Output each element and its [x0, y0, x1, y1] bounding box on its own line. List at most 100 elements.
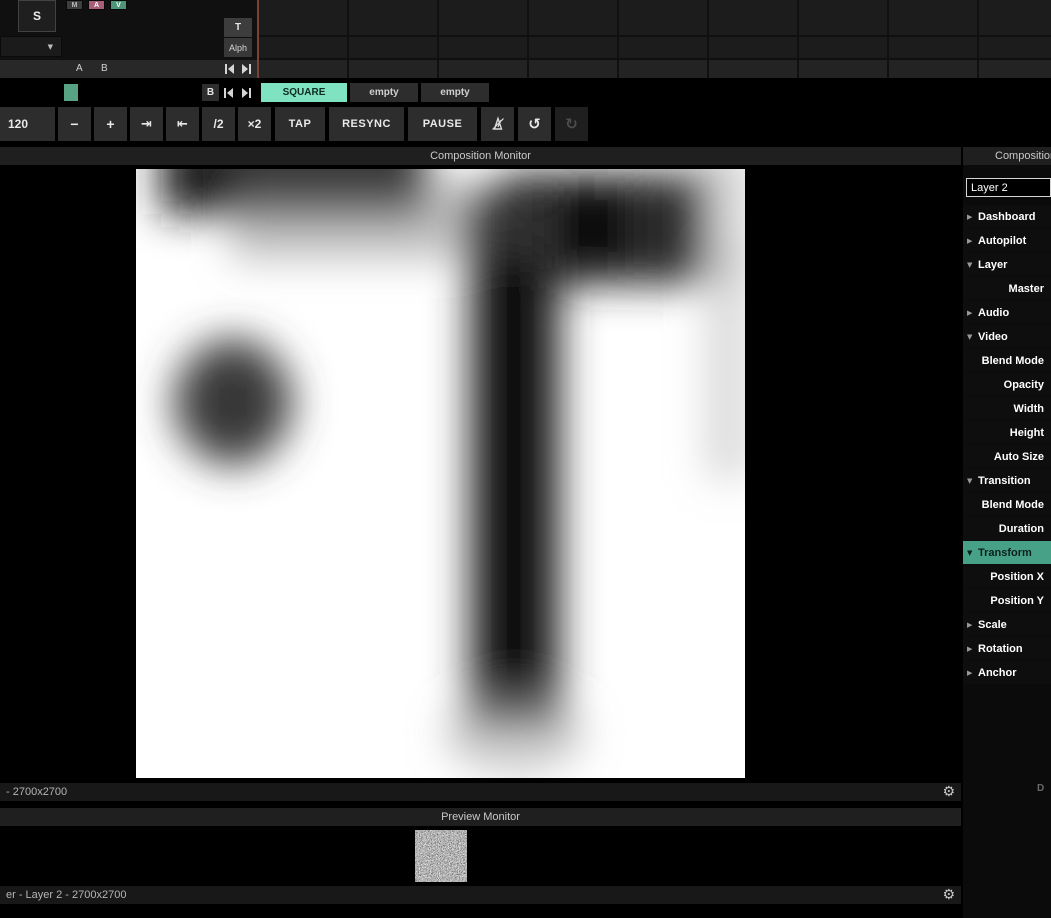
clip-cell[interactable]	[439, 37, 527, 58]
bpm-decrease-button[interactable]: −	[58, 107, 91, 141]
master-toggle[interactable]: M	[66, 0, 83, 10]
layer-color-swatch[interactable]	[64, 84, 78, 101]
redo-button[interactable]: ↻	[555, 107, 588, 141]
thumbnail-button[interactable]: T	[224, 18, 252, 37]
panel-row-dashboard[interactable]: ▶ Dashboard	[963, 205, 1051, 228]
panel-row-transform[interactable]: ▼ Transform	[963, 541, 1051, 564]
collapsed-tab-letter[interactable]: D	[1037, 783, 1044, 794]
clip-tab-empty-2[interactable]: empty	[421, 83, 489, 102]
composition-monitor-title: Composition Monitor	[430, 150, 531, 162]
clip-cell[interactable]	[799, 0, 887, 35]
panel-row-layer[interactable]: ▼ Layer	[963, 253, 1051, 276]
panel-row-rotation[interactable]: ▶ Rotation	[963, 637, 1051, 660]
chevron-right-icon: ▶	[967, 621, 978, 629]
clip-cell[interactable]	[889, 60, 977, 78]
clip-cell[interactable]	[259, 60, 347, 78]
group-b-button[interactable]: B	[202, 84, 219, 101]
metronome-button[interactable]	[481, 107, 514, 141]
clip-cell[interactable]	[529, 60, 617, 78]
composition-monitor-view	[0, 165, 961, 783]
gear-icon[interactable]: ⚙	[942, 888, 955, 902]
row-label: Anchor	[978, 667, 1017, 679]
chevron-down-icon: ▼	[967, 477, 978, 485]
gear-icon[interactable]: ⚙	[942, 785, 955, 799]
prev-clip-icon[interactable]	[221, 85, 237, 100]
clip-cell[interactable]	[259, 0, 347, 35]
row-label: Position Y	[990, 595, 1044, 607]
undo-button[interactable]: ↺	[518, 107, 551, 141]
bpm-increase-button[interactable]: +	[94, 107, 127, 141]
clip-cell[interactable]	[709, 37, 797, 58]
row-label: Rotation	[978, 643, 1023, 655]
clip-cell[interactable]	[979, 0, 1051, 35]
panel-row-width[interactable]: Width	[963, 397, 1051, 420]
bpm-display[interactable]: 120	[0, 107, 55, 141]
panel-row-duration[interactable]: Duration	[963, 517, 1051, 540]
preview-noise-thumbnail	[415, 830, 467, 882]
clip-cell[interactable]	[349, 0, 437, 35]
double-tempo-button[interactable]: ×2	[238, 107, 271, 141]
panel-row-transition-blend-mode[interactable]: Blend Mode	[963, 493, 1051, 516]
prev-beat-icon[interactable]	[223, 62, 237, 76]
beat-nudge-back-button[interactable]: ⇤	[166, 107, 199, 141]
clip-cell[interactable]	[439, 60, 527, 78]
row-label: Dashboard	[978, 211, 1035, 223]
panel-row-blend-mode[interactable]: Blend Mode	[963, 349, 1051, 372]
panel-row-scale[interactable]: ▶ Scale	[963, 613, 1051, 636]
clip-cell[interactable]	[799, 60, 887, 78]
panel-row-video[interactable]: ▼ Video	[963, 325, 1051, 348]
alpha-button[interactable]: Alph	[224, 38, 252, 57]
clip-tab-square[interactable]: SQUARE	[261, 83, 347, 102]
panel-row-master[interactable]: Master	[963, 277, 1051, 300]
panel-row-height[interactable]: Height	[963, 421, 1051, 444]
row-label: Autopilot	[978, 235, 1026, 247]
row-label: Scale	[978, 619, 1007, 631]
resync-button[interactable]: RESYNC	[329, 107, 404, 141]
layer-dropdown[interactable]: ▼	[0, 36, 62, 57]
clip-cell[interactable]	[529, 0, 617, 35]
clip-cell[interactable]	[979, 37, 1051, 58]
chevron-right-icon: ▶	[967, 309, 978, 317]
audio-toggle[interactable]: A	[88, 0, 105, 10]
beat-nudge-forward-button[interactable]: ⇥	[130, 107, 163, 141]
tap-tempo-button[interactable]: TAP	[275, 107, 325, 141]
half-tempo-button[interactable]: /2	[202, 107, 235, 141]
panel-row-position-x[interactable]: Position X	[963, 565, 1051, 588]
row-label: Blend Mode	[982, 355, 1044, 367]
clip-cell[interactable]	[709, 60, 797, 78]
clip-cell[interactable]	[619, 0, 707, 35]
clip-tab-empty-1[interactable]: empty	[350, 83, 418, 102]
solo-button[interactable]: S	[18, 0, 56, 32]
panel-row-auto-size[interactable]: Auto Size	[963, 445, 1051, 468]
panel-row-autopilot[interactable]: ▶ Autopilot	[963, 229, 1051, 252]
composition-panel: Composition Layer 2 ▶ Dashboard ▶ Autopi…	[963, 147, 1051, 918]
next-beat-icon[interactable]	[239, 62, 253, 76]
layer-divider	[257, 0, 259, 78]
clip-cell[interactable]	[889, 0, 977, 35]
clip-cell[interactable]	[259, 37, 347, 58]
clip-cell[interactable]	[619, 37, 707, 58]
clip-cell[interactable]	[349, 37, 437, 58]
pause-button[interactable]: PAUSE	[408, 107, 477, 141]
clip-cell[interactable]	[619, 60, 707, 78]
panel-row-opacity[interactable]: Opacity	[963, 373, 1051, 396]
crossfade-strip: A B	[0, 60, 257, 78]
clip-cell[interactable]	[709, 0, 797, 35]
panel-row-audio[interactable]: ▶ Audio	[963, 301, 1051, 324]
panel-row-anchor[interactable]: ▶ Anchor	[963, 661, 1051, 684]
clip-cell[interactable]	[979, 60, 1051, 78]
chevron-down-icon: ▼	[967, 549, 978, 557]
crossfade-a-button[interactable]: A	[76, 63, 83, 74]
clip-cell[interactable]	[439, 0, 527, 35]
preview-monitor-header: Preview Monitor	[0, 808, 961, 826]
next-clip-icon[interactable]	[238, 85, 254, 100]
panel-row-position-y[interactable]: Position Y	[963, 589, 1051, 612]
layer-name-field[interactable]: Layer 2	[966, 178, 1051, 197]
clip-cell[interactable]	[349, 60, 437, 78]
clip-cell[interactable]	[889, 37, 977, 58]
clip-cell[interactable]	[529, 37, 617, 58]
panel-row-transition[interactable]: ▼ Transition	[963, 469, 1051, 492]
crossfade-b-button[interactable]: B	[101, 63, 108, 74]
clip-cell[interactable]	[799, 37, 887, 58]
video-toggle[interactable]: V	[110, 0, 127, 10]
